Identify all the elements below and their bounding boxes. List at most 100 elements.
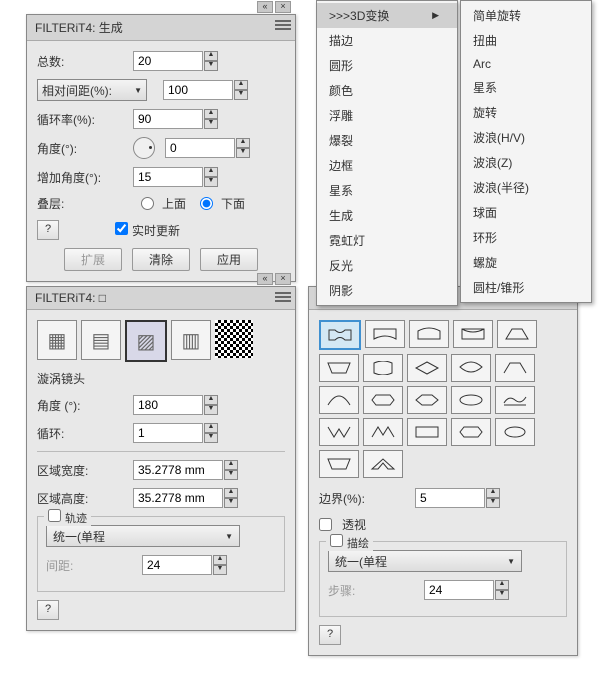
menu-item[interactable]: 星系 xyxy=(461,75,591,100)
shape-5[interactable] xyxy=(497,320,537,348)
menu-item[interactable]: 霓虹灯 xyxy=(317,228,457,253)
apply-button[interactable]: 应用 xyxy=(200,248,258,271)
shape-4[interactable] xyxy=(453,320,493,348)
expand-button[interactable]: 扩展 xyxy=(64,248,122,271)
menu-item[interactable]: 简单旋转 xyxy=(461,3,591,28)
width-label: 区域宽度: xyxy=(37,462,127,479)
shape-15[interactable] xyxy=(495,386,535,414)
shape-14[interactable] xyxy=(451,386,491,414)
total-label: 总数: xyxy=(37,53,127,70)
shape-22[interactable] xyxy=(363,450,403,478)
shape-3[interactable] xyxy=(409,320,449,348)
cycle-input[interactable] xyxy=(133,109,203,129)
menu-item[interactable]: 环形 xyxy=(461,225,591,250)
menu-item[interactable]: 颜色 xyxy=(317,78,457,103)
panel-title: FILTERiT4: □ xyxy=(27,287,295,310)
close-icon[interactable]: × xyxy=(275,1,291,13)
shape-7[interactable] xyxy=(363,354,403,382)
step-input[interactable] xyxy=(424,580,494,600)
incr-input[interactable] xyxy=(133,167,203,187)
lens-1[interactable]: ▦ xyxy=(37,320,77,360)
help-button[interactable]: ? xyxy=(319,625,341,645)
angle-input[interactable] xyxy=(133,395,203,415)
menu-item[interactable]: 螺旋 xyxy=(461,250,591,275)
border-input[interactable] xyxy=(415,488,485,508)
menu-item[interactable]: 浮雕 xyxy=(317,103,457,128)
panel-title: FILTERiT4: 生成 xyxy=(27,15,295,41)
shape-6[interactable] xyxy=(319,354,359,382)
menu-item[interactable]: 边框 xyxy=(317,153,457,178)
perspective-checkbox[interactable] xyxy=(319,518,332,531)
shape-17[interactable] xyxy=(363,418,403,446)
spacing-input[interactable] xyxy=(142,555,212,575)
shape-10[interactable] xyxy=(495,354,535,382)
height-input[interactable] xyxy=(133,488,223,508)
spacing-dropdown[interactable]: 相对间距(%): xyxy=(37,79,147,101)
menu-item[interactable]: >>>3D变换▶ xyxy=(317,3,457,28)
track-checkbox[interactable] xyxy=(48,509,61,522)
menu-item[interactable]: 波浪(H/V) xyxy=(461,125,591,150)
border-label: 边界(%): xyxy=(319,490,409,507)
cycle-input[interactable] xyxy=(133,423,203,443)
total-input[interactable] xyxy=(133,51,203,71)
menu-item[interactable]: 旋转 xyxy=(461,100,591,125)
width-input[interactable] xyxy=(133,460,223,480)
height-label: 区域高度: xyxy=(37,490,127,507)
menu-item[interactable]: 球面 xyxy=(461,200,591,225)
cycle-label: 循环: xyxy=(37,425,127,442)
realtime-checkbox[interactable] xyxy=(115,222,128,235)
menu-item[interactable]: 阴影 xyxy=(317,278,457,303)
help-button[interactable]: ? xyxy=(37,600,59,620)
shape-12[interactable] xyxy=(363,386,403,414)
spin-down[interactable]: ▼ xyxy=(204,61,218,71)
lens-2[interactable]: ▤ xyxy=(81,320,121,360)
menu-item[interactable]: 生成 xyxy=(317,203,457,228)
spin-up[interactable]: ▲ xyxy=(204,51,218,61)
menu-item[interactable]: 扭曲 xyxy=(461,28,591,53)
angle-dial[interactable] xyxy=(133,137,155,159)
shape-21[interactable] xyxy=(319,450,359,478)
angle-label: 角度 (°): xyxy=(37,397,127,414)
shape-13[interactable] xyxy=(407,386,447,414)
shape-8[interactable] xyxy=(407,354,447,382)
shape-11[interactable] xyxy=(319,386,359,414)
lens-4[interactable]: ▥ xyxy=(171,320,211,360)
lens-3[interactable]: ▨ xyxy=(125,320,167,362)
incr-label: 增加角度(°): xyxy=(37,169,127,186)
shape-16[interactable] xyxy=(319,418,359,446)
menu-item[interactable]: 爆裂 xyxy=(317,128,457,153)
menu-item[interactable]: 星系 xyxy=(317,178,457,203)
menu-item[interactable]: 波浪(Z) xyxy=(461,150,591,175)
qr-icon xyxy=(215,320,253,358)
menu-item[interactable]: 波浪(半径) xyxy=(461,175,591,200)
shape-2[interactable] xyxy=(365,320,405,348)
panel-menu-icon[interactable] xyxy=(275,18,291,32)
menu-item[interactable]: Arc xyxy=(461,53,591,75)
clear-button[interactable]: 清除 xyxy=(132,248,190,271)
vortex-label: 漩涡镜头 xyxy=(37,370,285,387)
below-radio[interactable] xyxy=(200,197,213,210)
help-button[interactable]: ? xyxy=(37,220,59,240)
shape-20[interactable] xyxy=(495,418,535,446)
shape-9[interactable] xyxy=(451,354,491,382)
menu-item[interactable]: 描边 xyxy=(317,28,457,53)
draw-checkbox[interactable] xyxy=(330,534,343,547)
step-label: 步骤: xyxy=(328,582,418,599)
cycle-label: 循环率(%): xyxy=(37,111,127,128)
shape-19[interactable] xyxy=(451,418,491,446)
angle-input[interactable] xyxy=(165,138,235,158)
shape-18[interactable] xyxy=(407,418,447,446)
uniform-dropdown[interactable]: 统一(单程 xyxy=(46,525,240,547)
menu-item[interactable]: 反光 xyxy=(317,253,457,278)
shape-1[interactable] xyxy=(319,320,361,350)
spacing-label: 间距: xyxy=(46,557,136,574)
close-icon[interactable]: × xyxy=(275,273,291,285)
menu-item[interactable]: 圆柱/锥形 xyxy=(461,275,591,300)
collapse-icon[interactable]: « xyxy=(257,273,273,285)
above-radio[interactable] xyxy=(141,197,154,210)
menu-item[interactable]: 圆形 xyxy=(317,53,457,78)
panel-menu-icon[interactable] xyxy=(275,290,291,304)
spacing-input[interactable] xyxy=(163,80,233,100)
collapse-icon[interactable]: « xyxy=(257,1,273,13)
uniform-dropdown[interactable]: 统一(单程 xyxy=(328,550,522,572)
